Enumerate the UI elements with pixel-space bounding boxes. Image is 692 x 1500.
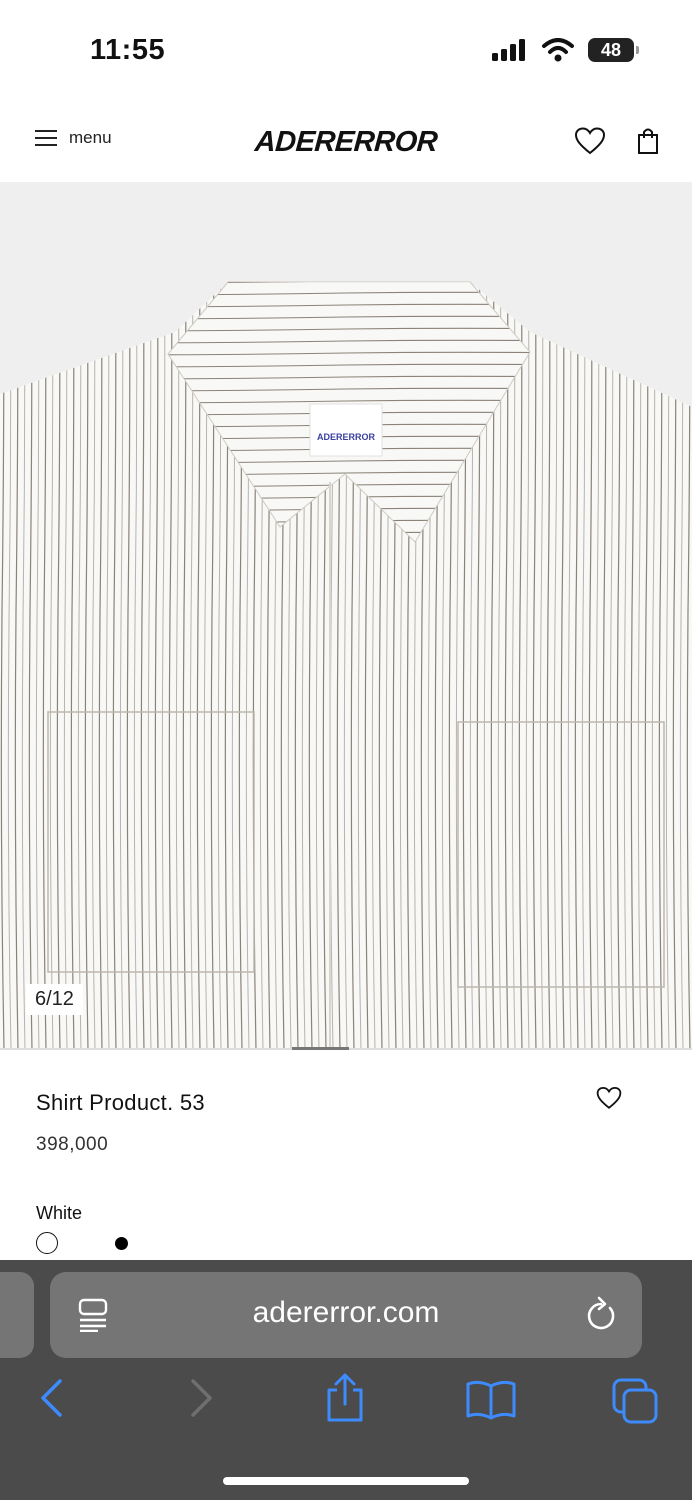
color-swatch-white[interactable] bbox=[36, 1232, 58, 1254]
bookmarks-icon[interactable] bbox=[465, 1378, 517, 1420]
battery-level: 48 bbox=[600, 39, 622, 60]
previous-tab-preview[interactable] bbox=[0, 1272, 34, 1358]
url-text: adererror.com bbox=[252, 1296, 440, 1329]
browser-toolbar: adererror.com bbox=[0, 1260, 692, 1500]
neck-label-text: ADERERROR bbox=[317, 432, 376, 442]
status-icons: 48 bbox=[492, 38, 639, 62]
bag-icon[interactable] bbox=[637, 127, 659, 155]
product-name: Shirt Product. 53 bbox=[36, 1090, 205, 1115]
forward-icon[interactable] bbox=[189, 1378, 215, 1418]
status-time: 11:55 bbox=[90, 34, 166, 66]
reload-icon[interactable] bbox=[584, 1296, 618, 1332]
color-swatch-black[interactable] bbox=[115, 1237, 128, 1250]
address-bar[interactable]: adererror.com bbox=[50, 1272, 642, 1358]
product-image: ADERERROR bbox=[0, 281, 692, 1050]
wifi-icon bbox=[542, 38, 574, 62]
cellular-signal-icon bbox=[492, 39, 525, 61]
product-gallery[interactable]: ADERERROR 6/12 bbox=[0, 182, 692, 1050]
site-header: menu ADERERROR bbox=[0, 100, 692, 182]
tabs-icon[interactable] bbox=[612, 1378, 660, 1424]
wishlist-heart-icon[interactable] bbox=[596, 1086, 622, 1110]
product-info: Shirt Product. 53 398,000 White bbox=[0, 1050, 692, 1260]
share-icon[interactable] bbox=[325, 1372, 365, 1424]
home-indicator bbox=[223, 1477, 469, 1485]
product-price: 398,000 bbox=[36, 1134, 109, 1155]
selected-color-label: White bbox=[36, 1203, 83, 1223]
heart-icon[interactable] bbox=[574, 127, 606, 155]
battery-indicator: 48 bbox=[588, 38, 639, 62]
image-counter: 6/12 bbox=[26, 984, 83, 1015]
status-bar: 11:55 48 bbox=[0, 0, 692, 100]
back-icon[interactable] bbox=[38, 1378, 64, 1418]
